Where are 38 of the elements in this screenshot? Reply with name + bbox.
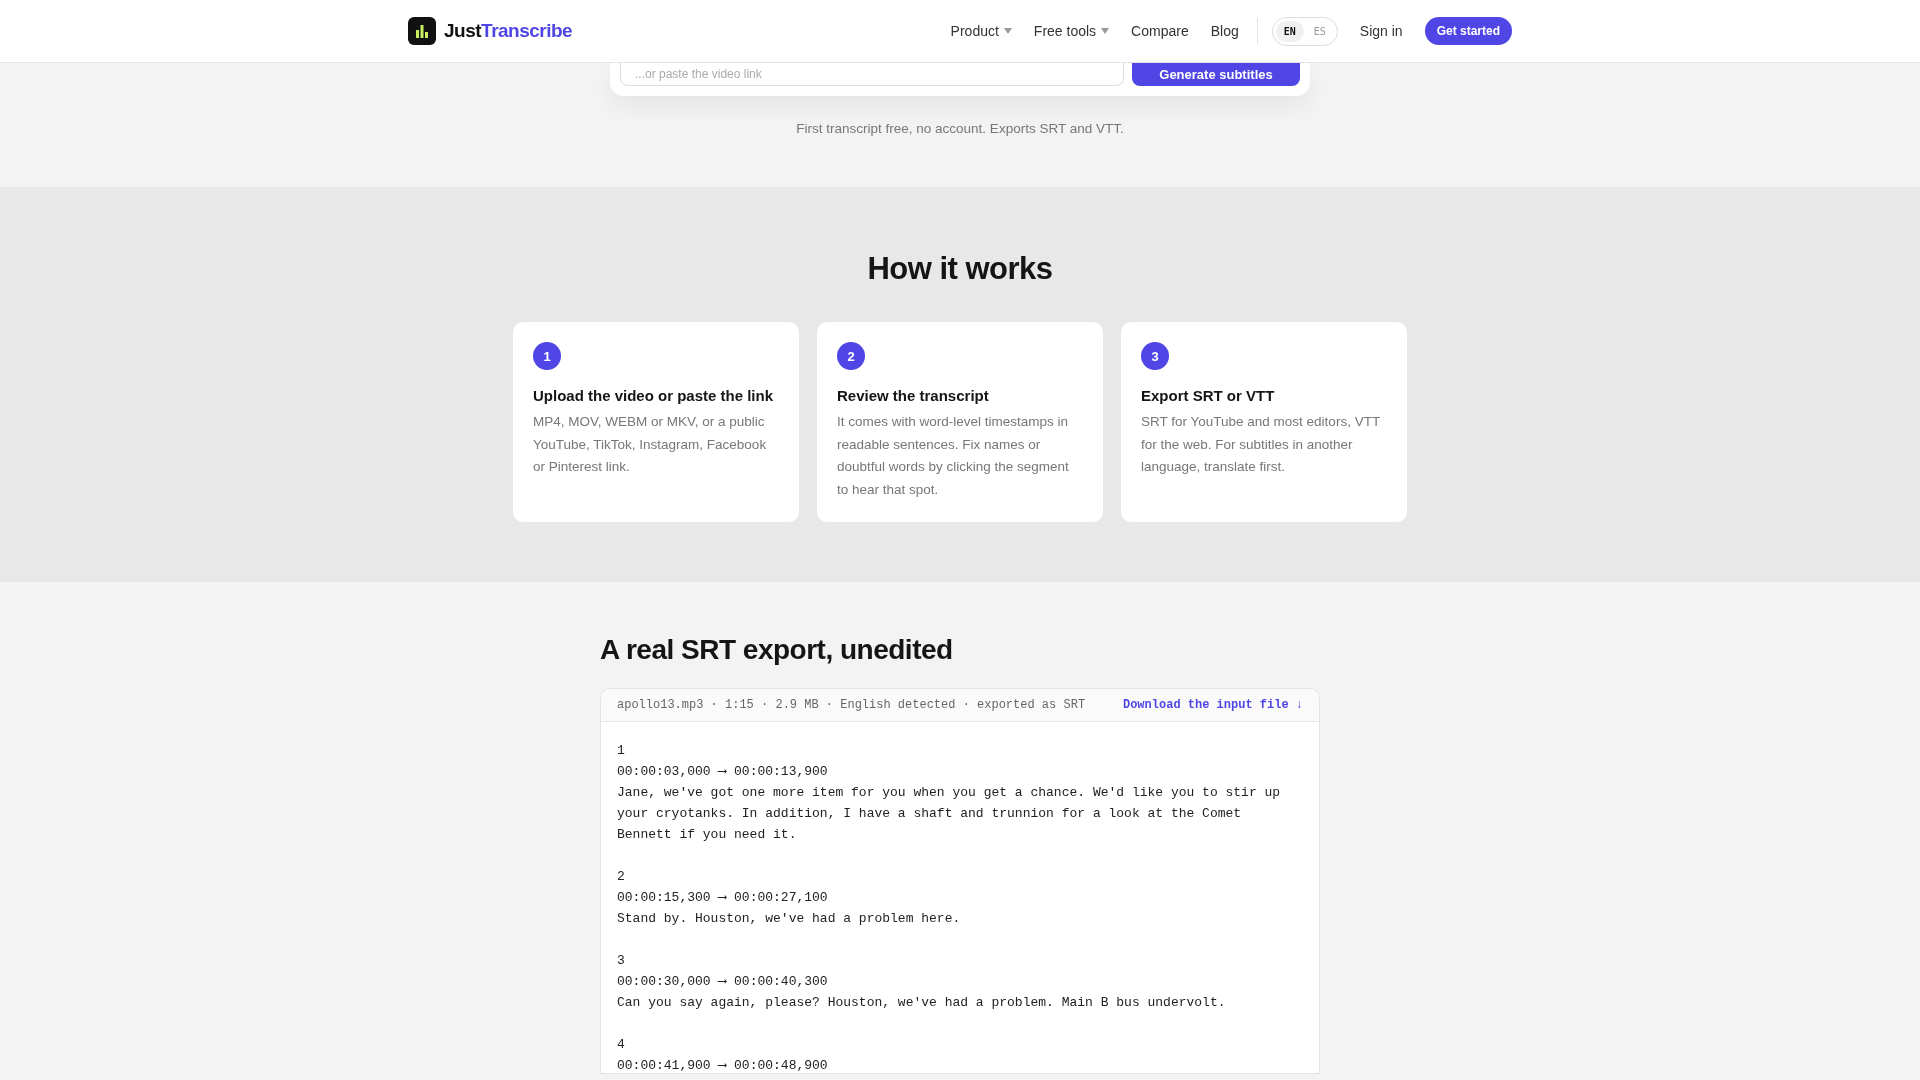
logo-text[interactable]: JustTranscribe bbox=[444, 20, 573, 42]
sign-in-link[interactable]: Sign in bbox=[1359, 23, 1403, 39]
cue-index: 4 bbox=[617, 1036, 626, 1054]
cue-text: Jane, we've got one more item for you when you get a chance. We'd like you to stir up your cryotanks. In addition, I have a shaft and trunnion for a look at the Comet Bennett if you need it. bbox=[617, 784, 1282, 844]
caret-icon bbox=[1003, 28, 1012, 34]
cue-index: 2 bbox=[617, 868, 626, 886]
cue-index: 3 bbox=[617, 952, 626, 970]
cue-timing: 00:00:30,000 ⟶ 00:00:40,300 bbox=[617, 973, 829, 991]
cue-index: 1 bbox=[617, 742, 626, 760]
step-description: It comes with word-level timestamps in readable sentences. Fix names or doubtful words by clicking the segment to hear that spot. bbox=[837, 413, 1070, 499]
language-option[interactable]: EN bbox=[1275, 20, 1304, 42]
cue-timing: 00:00:41,900 ⟶ 00:00:48,900 bbox=[617, 1057, 829, 1073]
nav-link[interactable]: Compare bbox=[1131, 23, 1189, 39]
download-link[interactable]: Download the input file ↓ bbox=[1122, 698, 1303, 712]
nav-link[interactable]: Blog bbox=[1210, 23, 1239, 39]
cue-timing: 00:00:03,000 ⟶ 00:00:13,900 bbox=[617, 763, 829, 781]
get-started-button[interactable]: Get started bbox=[1424, 17, 1512, 45]
step-description: MP4, MOV, WEBM or MKV, or a public YouTube, TikTok, Instagram, Facebook or Pinterest link. bbox=[533, 413, 768, 476]
cue-text: Can you say again, please? Houston, we've had a problem. Main B bus undervolt. bbox=[617, 994, 1227, 1012]
generate-subtitles-button[interactable]: Generate subtitles bbox=[1132, 63, 1300, 86]
caret-icon bbox=[1101, 28, 1110, 34]
cue-timing: 00:00:15,300 ⟶ 00:00:27,100 bbox=[617, 889, 829, 907]
file-info: apollo13.mp3 · 1:15 · 2.9 MB · English detected · exported as SRT bbox=[617, 698, 1086, 712]
nav-link[interactable]: Product bbox=[950, 23, 1012, 39]
step-title: Review the transcript bbox=[837, 386, 990, 406]
step-number: 1 bbox=[533, 342, 561, 370]
step-number: 2 bbox=[837, 342, 865, 370]
nav-link[interactable]: Free tools bbox=[1033, 23, 1110, 39]
section-title: A real SRT export, unedited bbox=[600, 634, 954, 666]
step-title: Upload the video or paste the link bbox=[533, 386, 775, 406]
step-title: Export SRT or VTT bbox=[1141, 386, 1276, 406]
step-description: SRT for YouTube and most editors, VTT for the web. For subtitles in another language, translate first. bbox=[1141, 413, 1381, 476]
video-link-field[interactable]: ...or paste the video link bbox=[620, 63, 1124, 86]
cue-text: Stand by. Houston, we've had a problem here. bbox=[617, 910, 962, 928]
logo-icon[interactable] bbox=[408, 17, 436, 45]
step-number: 3 bbox=[1141, 342, 1169, 370]
hero-note: First transcript free, no account. Exports SRT and VTT. bbox=[796, 121, 1124, 136]
section-title: How it works bbox=[867, 251, 1053, 287]
